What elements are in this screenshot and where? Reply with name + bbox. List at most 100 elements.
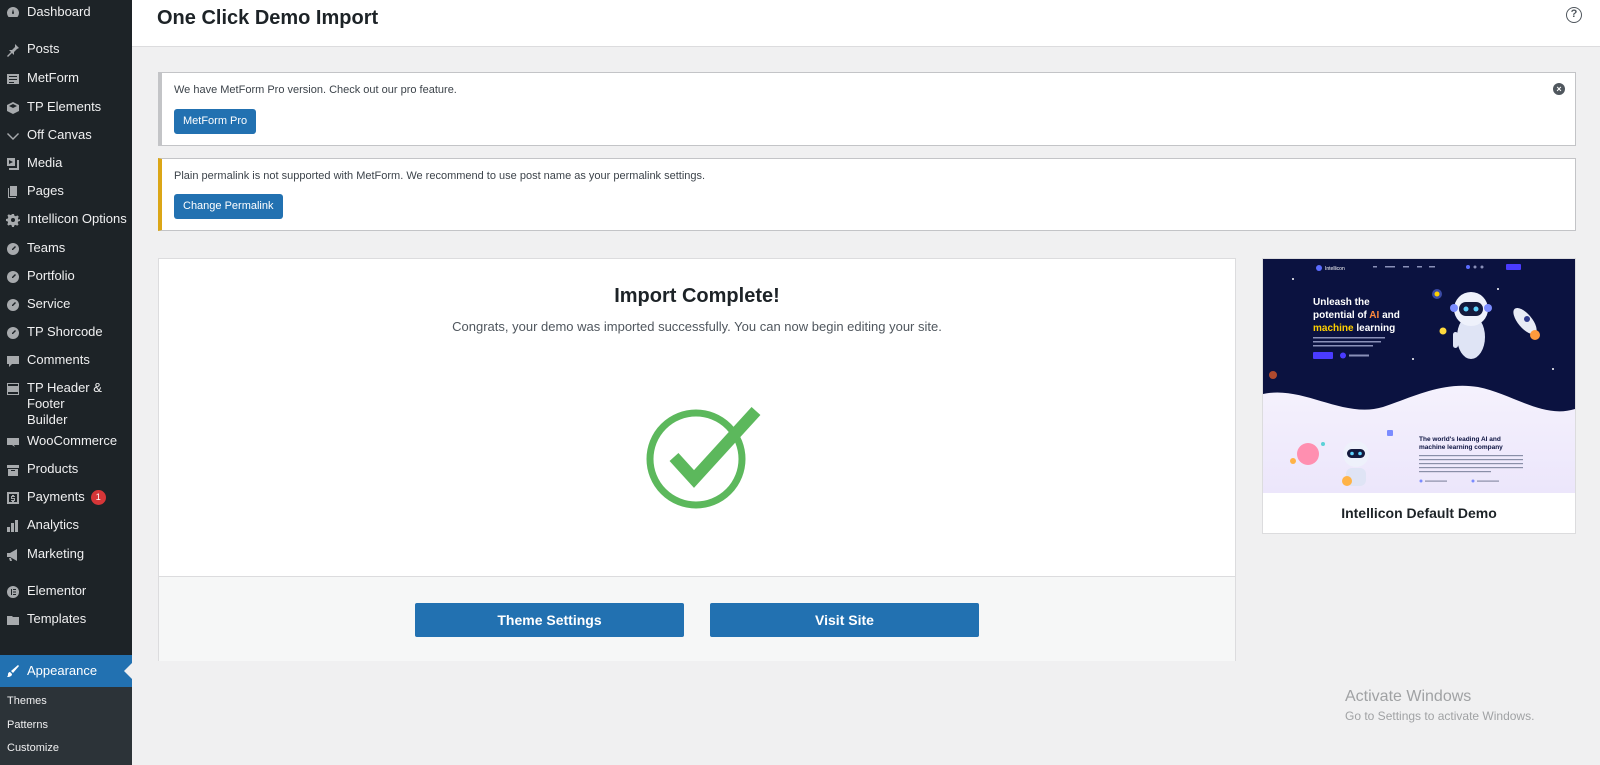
thumb-section2-line2: machine learning company [1419,444,1503,451]
admin-sidebar: Dashboard Posts MetForm TP Elements Off … [0,0,132,765]
sidebar-item-label: Intellicon Options [27,211,127,226]
thumb-hero-line1: Unleash the [1313,297,1370,308]
visit-site-button[interactable]: Visit Site [710,603,979,637]
sidebar-item-label: Teams [27,240,66,255]
comment-icon [7,356,19,367]
demo-card[interactable]: Intellicon Unleash the potential of AI a… [1262,258,1576,534]
demo-name: Intellicon Default Demo [1341,505,1497,521]
sidebar-item-label: Analytics [27,517,80,532]
sidebar-item-label: Dashboard [27,4,91,19]
sidebar-item-label: MetForm [27,70,79,85]
gear-icon [6,214,20,227]
sidebar-item-analytics[interactable]: Analytics [0,517,132,533]
thumb-hero-line2b: AI [1369,310,1379,321]
import-complete-panel: Import Complete! Congrats, your demo was… [158,258,1236,661]
pin-circle-icon [7,299,19,311]
sidebar-item-teams[interactable]: Teams [0,240,132,256]
change-permalink-button[interactable]: Change Permalink [174,194,283,219]
paintbrush-icon [7,665,19,677]
dashboard-icon [6,7,20,17]
sidebar-item-label: TP Shorcode [27,324,103,339]
sidebar-item-label: Pages [27,183,64,198]
pin-circle-icon [7,243,19,255]
form-icon [7,74,19,84]
chevron-down-icon [7,133,19,140]
page-title: One Click Demo Import [157,7,379,29]
sidebar-item-templates[interactable]: Templates [0,611,132,627]
sidebar-item-tp-header-footer[interactable]: TP Header & Footer Builder [0,380,132,428]
sidebar-item-label: Service [27,296,71,311]
sidebar-item-marketing[interactable]: Marketing [0,546,132,562]
activate-windows-title: Activate Windows [1345,688,1472,705]
header-footer-icon [7,383,19,395]
permalink-notice: Plain permalink is not supported with Me… [158,158,1576,231]
media-icon [7,158,19,170]
sidebar-item-label: Appearance [27,663,98,678]
sidebar-item-label: Products [27,461,79,476]
sidebar-item-label: WooCommerce [27,433,118,448]
appearance-submenu: Themes Patterns Customize [0,687,132,765]
sidebar-item-label: Marketing [27,546,85,561]
sidebar-item-tp-shorcode[interactable]: TP Shorcode [0,324,132,340]
notice-text: Plain permalink is not supported with Me… [174,170,706,182]
thumb-hero-line2c: and [1379,310,1400,321]
sidebar-item-label: Posts [27,41,60,56]
sidebar-item-label: TP Elements [27,99,102,114]
sidebar-item-pages[interactable]: Pages [0,183,132,199]
thumb-hero-line2a: potential of [1313,310,1369,321]
svg-text:potential of AI and: potential of AI and [1313,310,1400,321]
sidebar-item-payments[interactable]: Payments 1 [0,489,132,505]
metform-pro-button[interactable]: MetForm Pro [174,109,257,134]
sidebar-item-off-canvas[interactable]: Off Canvas [0,127,132,143]
sidebar-item-tp-elements[interactable]: TP Elements [0,99,132,115]
sidebar-item-label: Off Canvas [27,127,92,142]
help-icon[interactable]: ? [1566,7,1582,23]
payments-label: Payments [27,489,85,504]
sidebar-item-label: Payments 1 [27,489,106,505]
sidebar-item-woocommerce[interactable]: WooCommerce [0,433,132,449]
checkmark-success-icon [646,406,761,509]
archive-icon [7,465,19,476]
sidebar-item-metform[interactable]: MetForm [0,70,132,86]
sidebar-item-dashboard[interactable]: Dashboard [0,4,132,20]
submenu-item-customize[interactable]: Customize [7,742,59,754]
sidebar-item-posts[interactable]: Posts [0,41,132,57]
payments-count-badge: 1 [90,490,106,505]
bar-chart-icon [7,520,18,532]
submenu-item-patterns[interactable]: Patterns [7,719,48,731]
pin-circle-icon [7,327,19,339]
sidebar-item-media[interactable]: Media [0,155,132,171]
thumb-section2-line1: The world's leading AI and [1419,436,1501,443]
svg-text:machine learning: machine learning [1313,323,1395,334]
pages-icon [8,186,17,198]
page-header: One Click Demo Import ? [132,0,1600,47]
import-title: Import Complete! [614,285,780,307]
sidebar-item-intellicon-options[interactable]: Intellicon Options [0,211,132,227]
demo-preview-thumbnail: Intellicon Unleash the potential of AI a… [1263,259,1575,493]
sidebar-item-products[interactable]: Products [0,461,132,477]
sidebar-item-appearance[interactable]: Appearance [0,655,132,687]
import-subtitle: Congrats, your demo was imported success… [452,319,942,334]
notice-text: We have MetForm Pro version. Check out o… [174,84,457,96]
sidebar-item-label: TP Header & Footer Builder [27,380,102,427]
pin-circle-icon [7,271,19,283]
sidebar-item-comments[interactable]: Comments [0,352,132,368]
import-actions: Theme Settings Visit Site [159,576,1235,661]
submenu-item-themes[interactable]: Themes [7,695,47,707]
sidebar-item-service[interactable]: Service [0,296,132,312]
dismiss-icon[interactable]: × [1553,83,1565,95]
sidebar-item-label: Templates [27,611,87,626]
sidebar-item-portfolio[interactable]: Portfolio [0,268,132,284]
sidebar-item-label: Portfolio [27,268,75,283]
dollar-icon [7,492,19,504]
thumb-brand: Intellicon [1325,266,1345,272]
activate-windows-subtitle: Go to Settings to activate Windows. [1345,709,1535,723]
woo-icon [7,438,19,447]
elementor-icon [7,586,19,598]
thumb-hero-line3b: learning [1354,323,1396,334]
megaphone-icon [7,549,17,561]
sidebar-item-elementor[interactable]: Elementor [0,583,132,599]
sidebar-item-label: Elementor [27,583,87,598]
sidebar-item-label: Comments [27,352,90,367]
theme-settings-button[interactable]: Theme Settings [415,603,684,637]
